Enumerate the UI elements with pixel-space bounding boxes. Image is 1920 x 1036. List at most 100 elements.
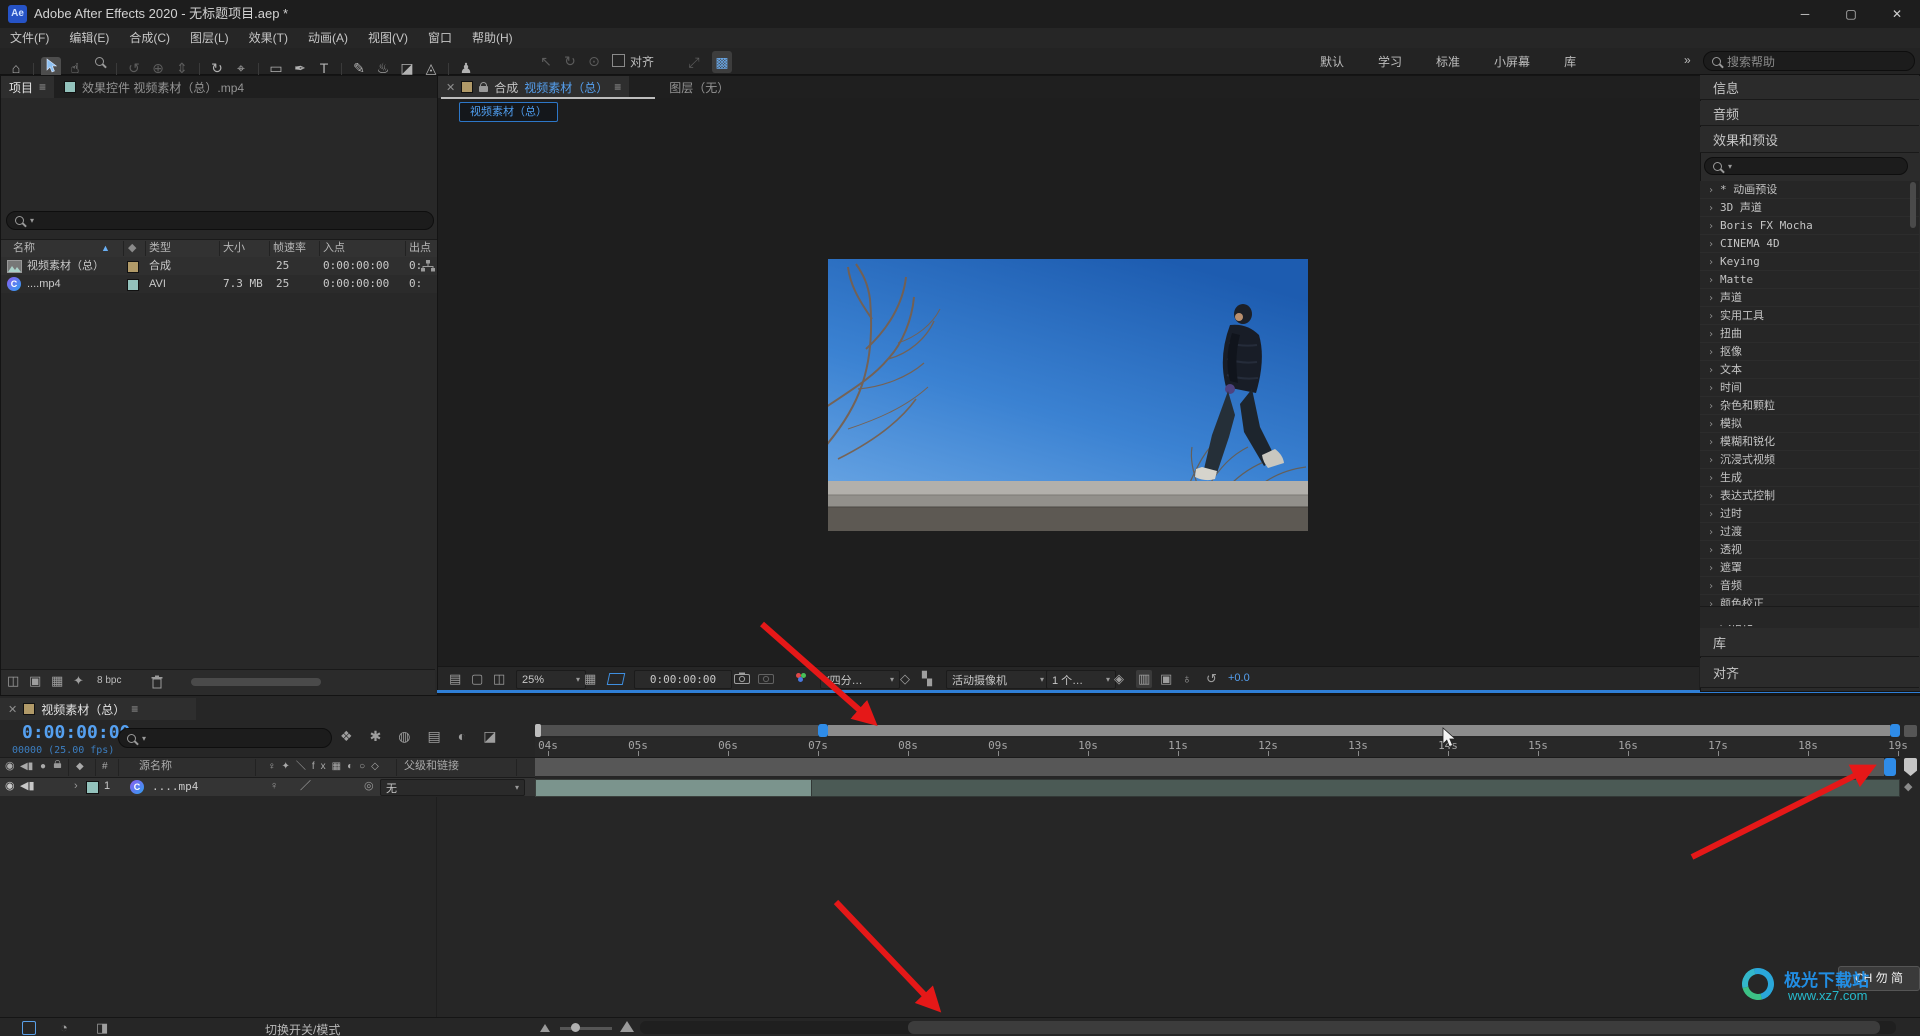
breadcrumb[interactable]: 视频素材（总） xyxy=(459,102,558,122)
maximize-button[interactable]: ▢ xyxy=(1828,0,1874,28)
menu-item-5[interactable]: 动画(A) xyxy=(308,28,348,48)
layer-bar[interactable] xyxy=(811,779,1900,797)
comp-marker-icon[interactable]: ◆ xyxy=(1904,780,1917,793)
expand-layer-switches-icon[interactable] xyxy=(22,1021,36,1035)
av-features-icon[interactable]: ♀ xyxy=(270,778,278,796)
close-tab-icon[interactable]: ✕ xyxy=(8,703,17,716)
workspace-3[interactable]: 小屏幕 xyxy=(1494,53,1530,70)
timeline-hscroll-thumb[interactable] xyxy=(908,1021,1880,1034)
work-area-bar[interactable] xyxy=(535,758,1884,776)
effects-category-0[interactable]: › * 动画预设 xyxy=(1700,181,1919,199)
effects-search-input[interactable]: ▾ xyxy=(1704,157,1908,175)
blend-mode-icon[interactable]: ／ xyxy=(300,778,311,796)
graph-editor-icon[interactable]: ◪ xyxy=(483,728,496,745)
magnification-icon[interactable]: ◫ xyxy=(493,670,505,688)
video-frame[interactable] xyxy=(828,259,1308,531)
effects-category-19[interactable]: › 过渡 xyxy=(1700,523,1919,541)
primary-viewer-icon[interactable]: ▢ xyxy=(471,670,483,688)
panel-menu-icon[interactable]: ≡ xyxy=(39,80,46,94)
menu-item-0[interactable]: 文件(F) xyxy=(10,28,49,48)
fast-previews-icon[interactable]: ◇ xyxy=(900,670,910,688)
effects-category-1[interactable]: › 3D 声道 xyxy=(1700,199,1919,217)
menu-item-7[interactable]: 窗口 xyxy=(428,28,452,48)
col-size[interactable]: 大小 xyxy=(223,240,245,257)
view-layout-dropdown[interactable]: 1 个… ▾ xyxy=(1046,670,1116,689)
effects-category-8[interactable]: › 扭曲 xyxy=(1700,325,1919,343)
expand-icon[interactable]: ⤢ xyxy=(684,51,704,73)
source-name-column[interactable]: 源名称 xyxy=(139,758,172,777)
region-of-interest-icon[interactable] xyxy=(606,673,626,685)
tab-layer[interactable]: 图层（无） xyxy=(659,79,739,96)
solo-icon[interactable]: ● xyxy=(40,758,46,777)
effects-category-11[interactable]: › 时间 xyxy=(1700,379,1919,397)
mask-transparency-icon[interactable]: ▩ xyxy=(712,51,732,73)
time-navigator[interactable] xyxy=(535,724,1900,738)
effects-category-15[interactable]: › 沉浸式视频 xyxy=(1700,451,1919,469)
effects-category-22[interactable]: › 音频 xyxy=(1700,577,1919,595)
tab-effect-controls[interactable]: 效果控件 视频素材（总）.mp4 xyxy=(54,79,254,96)
panel-menu-icon[interactable]: ≡ xyxy=(614,80,621,94)
audio-icon[interactable]: ◀▮ xyxy=(20,778,35,796)
menu-item-8[interactable]: 帮助(H) xyxy=(472,28,513,48)
current-time-display[interactable]: 0:00:00:00 xyxy=(634,670,732,689)
delete-icon[interactable] xyxy=(151,675,163,689)
number-column[interactable]: # xyxy=(102,758,108,777)
col-out[interactable]: 出点 xyxy=(409,240,431,257)
effects-category-5[interactable]: › Matte xyxy=(1700,271,1919,289)
tab-project[interactable]: 项目 ≡ xyxy=(1,76,55,98)
navigator-option-icon[interactable] xyxy=(1904,725,1917,737)
camera-view-dropdown[interactable]: 活动摄像机 ▾ xyxy=(946,670,1050,689)
project-row-1[interactable]: C ....mp4 AVI 7.3 MB 25 0:00:00:00 0: xyxy=(1,275,437,293)
panel-effects-presets[interactable]: 效果和预设 ≡ xyxy=(1700,127,1919,153)
lock-icon[interactable] xyxy=(479,82,489,92)
navigator-playhead-marker[interactable] xyxy=(818,724,828,737)
label-column-icon[interactable]: ◆ xyxy=(76,758,84,777)
workspace-overflow[interactable]: » xyxy=(1684,53,1691,67)
bit-depth-button[interactable]: 8 bpc xyxy=(97,675,121,686)
sort-ascending-icon[interactable]: ▲ xyxy=(101,240,110,257)
navigator-end-handle[interactable] xyxy=(1890,724,1900,737)
project-row-0[interactable]: 视频素材（总） 合成 25 0:00:00:00 0: xyxy=(1,257,437,275)
workspace-4[interactable]: 库 xyxy=(1564,53,1576,70)
effects-category-12[interactable]: › 杂色和颗粒 xyxy=(1700,397,1919,415)
effects-category-21[interactable]: › 遮罩 xyxy=(1700,559,1919,577)
workspace-1[interactable]: 学习 xyxy=(1378,53,1402,70)
timeline-search-input[interactable]: ▾ xyxy=(118,728,332,748)
zoom-tool-icon[interactable] xyxy=(89,50,109,72)
draft-3d-icon[interactable]: ✱ xyxy=(370,728,382,745)
effects-category-13[interactable]: › 模拟 xyxy=(1700,415,1919,433)
effects-category-4[interactable]: › Keying xyxy=(1700,253,1919,271)
col-fps[interactable]: 帧速率 xyxy=(273,240,306,257)
effects-category-20[interactable]: › 透视 xyxy=(1700,541,1919,559)
audio-icon[interactable]: ◀▮ xyxy=(20,758,33,777)
interpret-footage-icon[interactable]: ◫ xyxy=(7,673,19,689)
align-checkbox[interactable] xyxy=(612,54,625,67)
work-area-end-handle[interactable] xyxy=(1884,758,1896,776)
vertical-scrollbar-thumb[interactable] xyxy=(1904,758,1917,776)
eye-icon[interactable]: ◉ xyxy=(5,758,15,777)
grid-guides-icon[interactable]: ▦ xyxy=(584,670,596,688)
axis-mode-icon-2[interactable]: ⊙ xyxy=(584,50,604,72)
expand-transfer-controls-icon[interactable]: ◔ xyxy=(60,1020,68,1035)
panel-menu-icon[interactable]: ≡ xyxy=(131,702,138,716)
resolution-dropdown[interactable]: (四分… ▾ xyxy=(820,670,900,689)
zoom-out-mountain-icon[interactable] xyxy=(540,1024,550,1032)
menu-item-2[interactable]: 合成(C) xyxy=(129,28,170,48)
panel-align[interactable]: 对齐 xyxy=(1700,658,1919,688)
label-color-chip[interactable] xyxy=(127,279,139,291)
toggle-mask-icon[interactable]: ◈ xyxy=(1114,670,1124,688)
zoom-slider-knob[interactable] xyxy=(571,1023,580,1032)
axis-mode-icon-1[interactable]: ↻ xyxy=(560,50,580,72)
axis-mode-icon-0[interactable]: ↖ xyxy=(536,50,556,72)
current-time-display[interactable]: 0:00:00:00 xyxy=(22,722,130,743)
layer-color-chip[interactable] xyxy=(86,781,99,794)
effects-category-9[interactable]: › 抠像 xyxy=(1700,343,1919,361)
close-button[interactable]: ✕ xyxy=(1874,0,1920,28)
shy-layers-icon[interactable]: ◍ xyxy=(398,728,410,745)
expand-in-out-panes-icon[interactable]: ◨ xyxy=(96,1020,108,1036)
layer-bar-trimmed[interactable] xyxy=(535,779,813,797)
timeline-button-icon[interactable]: ▣ xyxy=(1160,670,1172,688)
twirl-icon[interactable]: › xyxy=(74,778,78,796)
flowchart-icon[interactable]: ♁ xyxy=(1182,670,1192,688)
menu-item-4[interactable]: 效果(T) xyxy=(249,28,288,48)
